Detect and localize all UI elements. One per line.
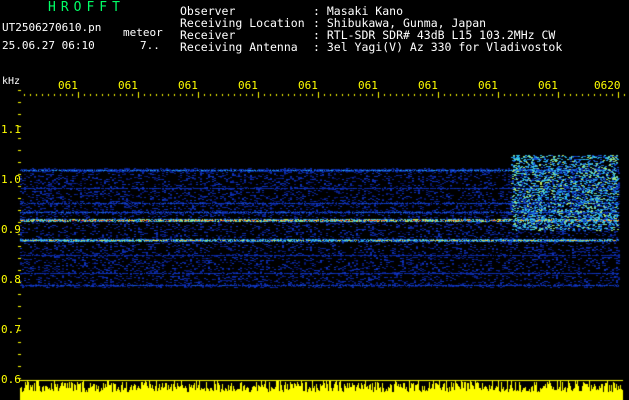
y-tick-label: 0.6 xyxy=(1,373,21,386)
y-axis-unit: kHz xyxy=(2,76,21,87)
x-tick-label: 061 xyxy=(118,79,138,92)
y-tick-label: 1.1 xyxy=(1,123,21,136)
app-title: HROFFT xyxy=(48,0,125,15)
x-tick-label: 061 xyxy=(418,79,438,92)
y-tick-label: 0.9 xyxy=(1,223,21,236)
x-tick-label: 061 xyxy=(538,79,558,92)
timestamp: 25.06.27 06:10 xyxy=(2,39,95,52)
antenna-label: Receiving Antenna xyxy=(180,40,298,54)
x-tick-label: 061 xyxy=(58,79,78,92)
x-tick-label: 061 xyxy=(298,79,318,92)
y-tick-label: 1.0 xyxy=(1,173,21,186)
x-tick-label: 0620 xyxy=(594,79,621,92)
y-tick-label: 0.8 xyxy=(1,273,21,286)
x-tick-label: 061 xyxy=(238,79,258,92)
meteor-label: meteor xyxy=(123,26,163,39)
spectrogram-plot xyxy=(0,0,629,400)
y-tick-label: 0.7 xyxy=(1,323,21,336)
x-tick-label: 061 xyxy=(478,79,498,92)
x-tick-label: 061 xyxy=(358,79,378,92)
count-value: 7.. xyxy=(140,39,160,52)
antenna-value: : 3el Yagi(V) Az 330 for Vladivostok xyxy=(313,40,563,54)
file-name: UT2506270610.pn xyxy=(2,21,102,34)
x-tick-label: 061 xyxy=(178,79,198,92)
